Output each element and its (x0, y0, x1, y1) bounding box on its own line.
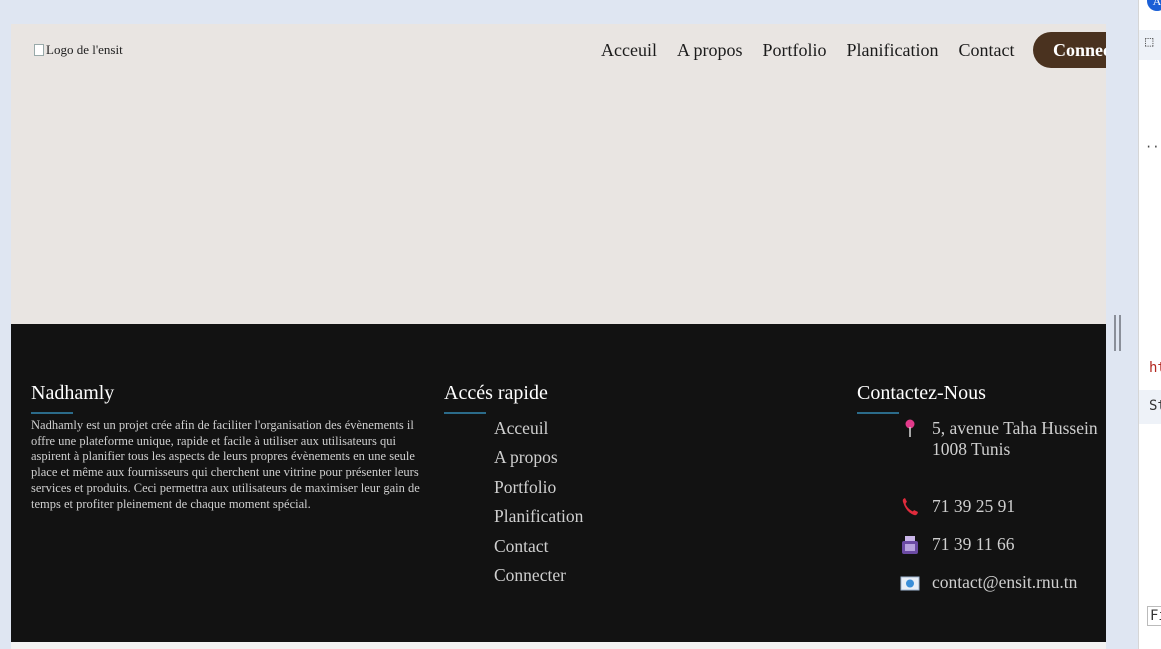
panel-resize-handle[interactable] (1114, 315, 1122, 351)
contact-phone: 71 39 25 91 (900, 496, 1015, 517)
quick-link-portfolio[interactable]: Portfolio (494, 477, 583, 506)
nav-link-a-propos[interactable]: A propos (667, 40, 753, 60)
about-title-text: Nadhamly (31, 382, 115, 404)
nav-link-acceuil[interactable]: Acceuil (591, 40, 667, 60)
devtools-panel: A ⬚ ··· ht St Fi (1138, 0, 1161, 649)
contact-title-text: Contactez-Nous (857, 382, 986, 404)
quick-link-a-propos[interactable]: A propos (494, 447, 583, 476)
quick-link-planification[interactable]: Planification (494, 506, 583, 535)
inspect-element-icon[interactable]: ⬚ (1145, 34, 1153, 50)
resize-handle-line-right (1119, 315, 1121, 351)
contact-phone-text: 71 39 25 91 (932, 496, 1016, 516)
devtools-avatar[interactable]: A (1147, 0, 1161, 11)
quick-link-acceuil[interactable]: Acceuil (494, 418, 583, 447)
contact-title: Contactez-Nous (857, 382, 986, 414)
quick-link-connecter[interactable]: Connecter (494, 565, 583, 594)
connect-button[interactable]: Connecter (1033, 32, 1106, 68)
more-options-icon[interactable]: ··· (1145, 140, 1161, 154)
devtools-styles-bar: St (1139, 390, 1161, 424)
contact-title-underline (857, 412, 899, 414)
about-title-underline (31, 412, 73, 414)
contact-address: 5, avenue Taha Hussein 1008 Tunis (900, 418, 1098, 460)
browser-left-gutter (0, 24, 11, 649)
quick-access-title: Accés rapide (444, 382, 548, 414)
contact-fax: 71 39 11 66 (900, 534, 1014, 555)
page-viewport: Logo de l'ensit Acceuil A propos Portfol… (11, 24, 1106, 642)
about-title: Nadhamly (31, 382, 115, 414)
address-line-2: 1008 Tunis (932, 439, 1011, 459)
phone-icon (900, 496, 920, 516)
contact-email: contact@ensit.rnu.tn (900, 572, 1077, 593)
devtools-filter-input[interactable]: Fi (1147, 606, 1161, 626)
horizontal-scrollbar[interactable] (11, 642, 1106, 649)
about-description: Nadhamly est un projet crée afin de faci… (31, 418, 420, 511)
browser-top-gutter (0, 0, 1138, 24)
contact-address-text: 5, avenue Taha Hussein 1008 Tunis (932, 418, 1098, 460)
contact-fax-text: 71 39 11 66 (932, 534, 1015, 554)
devtools-styles-fragment: St (1149, 398, 1161, 414)
logo-alt-text: Logo de l'ensit (46, 42, 123, 57)
devtools-html-fragment: ht (1149, 360, 1161, 376)
quick-links-list: Acceuil A propos Portfolio Planification… (494, 418, 583, 594)
main-nav: Acceuil A propos Portfolio Planification… (591, 40, 1024, 60)
email-icon (900, 572, 920, 592)
contact-email-text[interactable]: contact@ensit.rnu.tn (932, 572, 1077, 593)
nav-link-contact[interactable]: Contact (948, 40, 1024, 60)
nav-link-portfolio[interactable]: Portfolio (752, 40, 836, 60)
broken-image-icon (34, 44, 44, 56)
quick-access-title-underline (444, 412, 486, 414)
resize-handle-line-left (1114, 315, 1116, 351)
map-pin-icon (900, 418, 920, 438)
site-logo[interactable]: Logo de l'ensit (34, 42, 123, 58)
nav-link-planification[interactable]: Planification (837, 40, 949, 60)
quick-link-contact[interactable]: Contact (494, 536, 583, 565)
fax-icon (900, 534, 920, 554)
quick-access-title-text: Accés rapide (444, 382, 548, 404)
site-footer: Nadhamly Nadhamly est un projet crée afi… (11, 324, 1106, 642)
address-line-1: 5, avenue Taha Hussein (932, 418, 1098, 438)
devtools-toolbar: ⬚ (1139, 30, 1161, 60)
site-header: Logo de l'ensit Acceuil A propos Portfol… (11, 24, 1106, 324)
